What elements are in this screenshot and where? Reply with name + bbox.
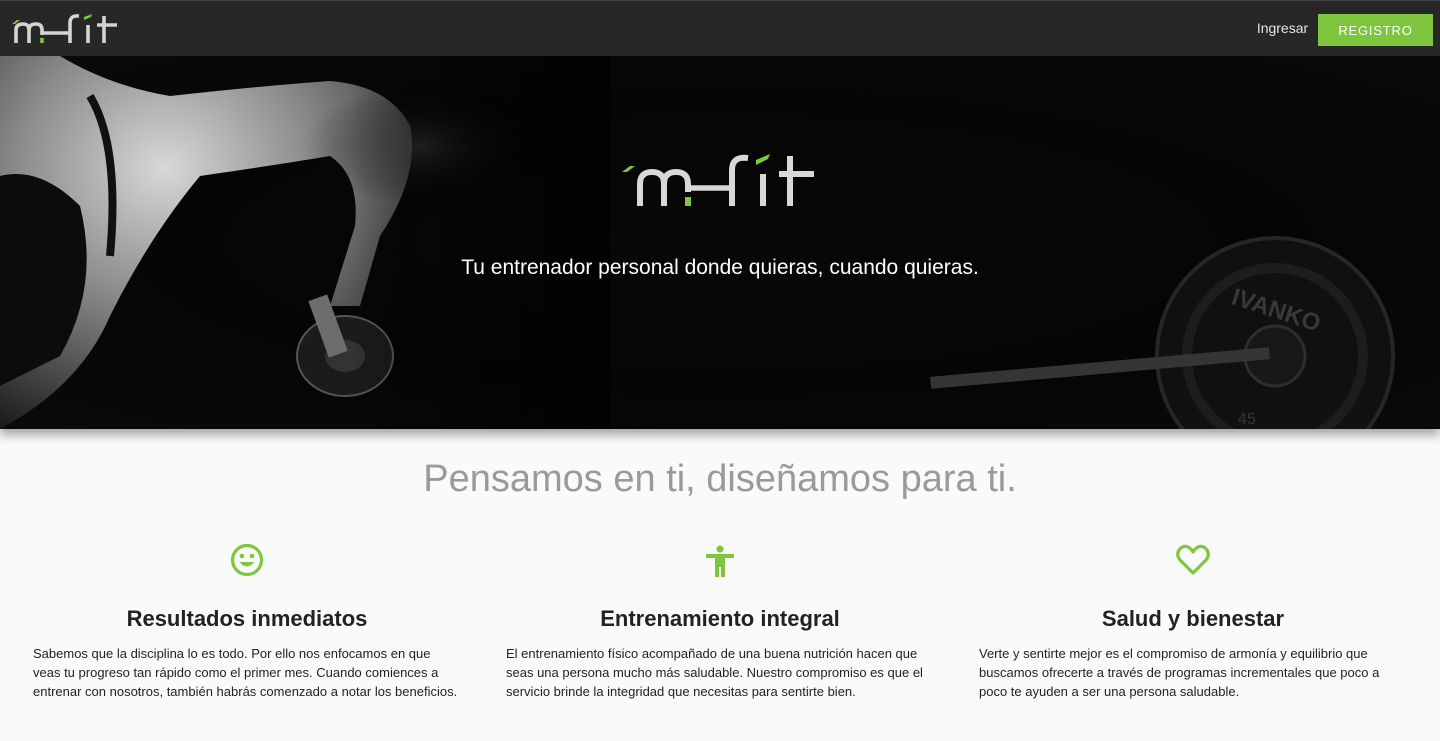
- feature-integral-training: Entrenamiento integral El entrenamiento …: [506, 540, 934, 701]
- login-link[interactable]: Ingresar: [1240, 20, 1325, 36]
- feature-title: Resultados inmediatos: [126, 606, 368, 631]
- feature-text: Verte y sentirte mejor es el compromiso …: [979, 646, 1380, 699]
- register-button[interactable]: REGISTRO: [1318, 14, 1433, 46]
- feature-text: Sabemos que la disciplina lo es todo. Po…: [33, 646, 458, 699]
- heart-icon: [1176, 544, 1210, 575]
- navbar: m-fit Ingresar REGISTRO: [0, 0, 1440, 56]
- feature-title: Entrenamiento integral: [600, 606, 840, 631]
- hero-background-image: IVANKO 45: [0, 56, 1395, 429]
- plate-weight-text: 45: [1238, 411, 1256, 428]
- feature-immediate-results: Resultados inmediatos Sabemos que la dis…: [33, 540, 461, 701]
- feature-text: El entrenamiento físico acompañado de un…: [506, 646, 923, 699]
- feature-health-wellbeing: Salud y bienestar Verte y sentirte mejor…: [979, 540, 1407, 701]
- mfit-logo[interactable]: m-fit: [4, 7, 124, 49]
- hero-banner: IVANKO 45 Tu entrenador personal donde q…: [0, 56, 1440, 429]
- hero-mfit-logo: [622, 154, 814, 206]
- smiley-icon: [230, 543, 264, 577]
- section-title: Pensamos en ti, diseñamos para ti.: [423, 458, 1017, 500]
- hero-tagline: Tu entrenador personal donde quieras, cu…: [461, 256, 979, 279]
- person-icon: [706, 545, 734, 577]
- feature-title: Salud y bienestar: [1101, 606, 1285, 631]
